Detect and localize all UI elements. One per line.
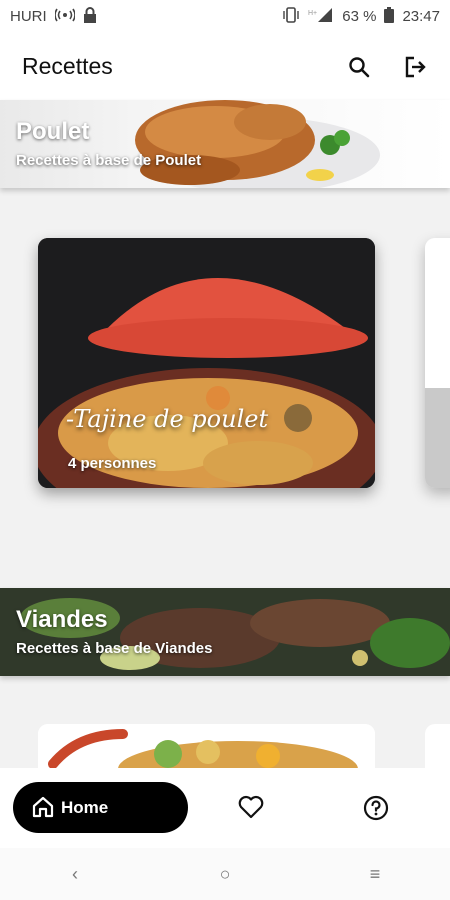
vibrate-icon bbox=[282, 6, 300, 27]
category-subtitle: Recettes à base de Viandes bbox=[16, 640, 213, 657]
battery-label: 63 % bbox=[342, 8, 377, 25]
system-nav-bar: ‹ ○ ≡ bbox=[0, 848, 450, 900]
next-recipe-card[interactable] bbox=[425, 238, 450, 488]
app-actions bbox=[346, 54, 428, 80]
system-menu-button[interactable]: ≡ bbox=[355, 864, 395, 885]
nav-home-button[interactable]: Home bbox=[13, 782, 188, 833]
carrier-label: HURI bbox=[10, 8, 47, 25]
status-left: HURI bbox=[10, 6, 97, 27]
status-right: H+ 63 % 23:47 bbox=[282, 6, 440, 27]
category-title: Poulet bbox=[16, 118, 90, 145]
signal-icon: H+ bbox=[308, 7, 334, 27]
battery-icon bbox=[384, 6, 395, 27]
recipe-servings: 4 personnes bbox=[68, 455, 157, 472]
clock: 23:47 bbox=[402, 8, 440, 25]
tajine-image bbox=[38, 238, 375, 488]
home-icon bbox=[31, 795, 55, 824]
system-back-button[interactable]: ‹ bbox=[55, 864, 95, 885]
help-icon[interactable] bbox=[363, 795, 389, 826]
bottom-nav: Home bbox=[0, 768, 450, 848]
category-banner-viandes[interactable]: Viandes Recettes à base de Viandes bbox=[0, 588, 450, 676]
nav-home-label: Home bbox=[61, 797, 109, 817]
system-home-button[interactable]: ○ bbox=[205, 864, 245, 885]
lock-icon bbox=[83, 6, 97, 27]
search-icon[interactable] bbox=[346, 54, 372, 80]
heart-icon[interactable] bbox=[238, 795, 264, 824]
page-title: Recettes bbox=[22, 53, 113, 79]
logout-icon[interactable] bbox=[402, 54, 428, 80]
category-subtitle: Recettes à base de Poulet bbox=[16, 152, 202, 169]
recipe-card[interactable] bbox=[38, 238, 375, 488]
hotspot-icon bbox=[53, 8, 76, 26]
category-banner-poulet[interactable]: Poulet Recettes à base de Poulet bbox=[0, 100, 450, 188]
status-bar: HURI H+ 63 % 23:47 bbox=[0, 0, 450, 33]
recipe-title: -Tajine de poulet bbox=[66, 405, 269, 433]
svg-text:H+: H+ bbox=[308, 10, 317, 17]
category-title: Viandes bbox=[16, 606, 108, 633]
app-bar: Recettes bbox=[0, 33, 450, 100]
